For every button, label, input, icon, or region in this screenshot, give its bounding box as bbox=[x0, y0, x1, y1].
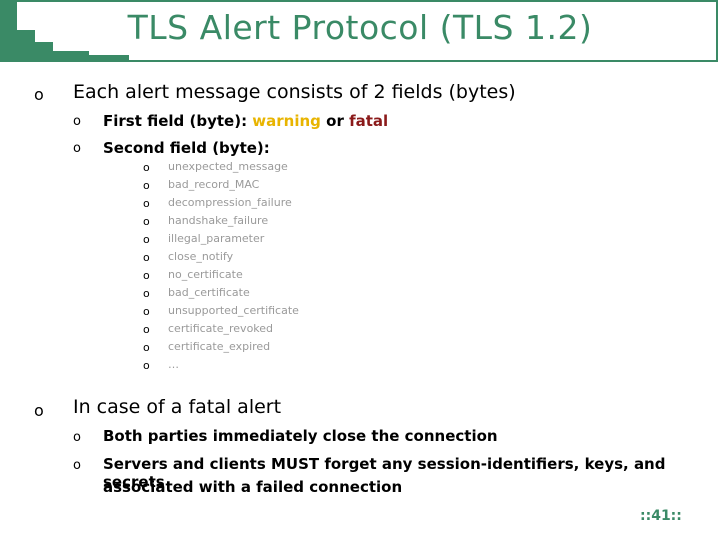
alert-code-item: certificate_expired bbox=[168, 340, 271, 353]
subpoint-text: Second field (byte): bbox=[103, 139, 270, 157]
alert-code-item: unexpected_message bbox=[168, 160, 288, 173]
point-text: In case of a fatal alert bbox=[73, 396, 282, 418]
alert-code-item: decompression_failure bbox=[168, 196, 292, 209]
alert-code-item: unsupported_certificate bbox=[168, 304, 299, 317]
alert-code-item: close_notify bbox=[168, 250, 234, 263]
bullet-icon: o bbox=[143, 287, 150, 300]
subpoint-text: First field (byte): warning or fatal bbox=[103, 112, 388, 130]
header-decoration bbox=[53, 51, 89, 62]
bullet-icon: o bbox=[143, 251, 150, 264]
slide-title: TLS Alert Protocol (TLS 1.2) bbox=[127, 8, 593, 47]
bullet-icon: o bbox=[143, 341, 150, 354]
point-text: Each alert message consists of 2 fields … bbox=[73, 81, 516, 103]
page-number: ::41:: bbox=[640, 508, 682, 524]
bullet-icon: o bbox=[34, 401, 44, 420]
bullet-icon: o bbox=[143, 269, 150, 282]
bullet-icon: o bbox=[34, 85, 44, 104]
subpoint-continuation: associated with a failed connection bbox=[103, 478, 403, 496]
bullet-icon: o bbox=[143, 161, 150, 174]
bullet-icon: o bbox=[143, 323, 150, 336]
bullet-icon: o bbox=[143, 215, 150, 228]
bullet-icon: o bbox=[143, 197, 150, 210]
title-header: TLS Alert Protocol (TLS 1.2) bbox=[0, 0, 720, 62]
bullet-icon: o bbox=[73, 141, 81, 156]
bullet-icon: o bbox=[143, 359, 150, 372]
alert-code-item: bad_certificate bbox=[168, 286, 250, 299]
subpoint-prefix: First field (byte): bbox=[103, 112, 253, 130]
subpoint-text: Both parties immediately close the conne… bbox=[103, 427, 498, 445]
alert-code-item: illegal_parameter bbox=[168, 232, 265, 245]
bullet-icon: o bbox=[143, 233, 150, 246]
bullet-icon: o bbox=[143, 305, 150, 318]
bullet-icon: o bbox=[143, 179, 150, 192]
alert-code-item: bad_record_MAC bbox=[168, 178, 260, 191]
alert-code-item: … bbox=[168, 358, 179, 371]
alert-code-item: certificate_revoked bbox=[168, 322, 274, 335]
bullet-icon: o bbox=[73, 114, 81, 129]
subpoint-mid: or bbox=[320, 112, 350, 130]
fatal-label: fatal bbox=[349, 112, 389, 130]
bullet-icon: o bbox=[73, 458, 81, 473]
alert-code-item: handshake_failure bbox=[168, 214, 269, 227]
alert-code-item: no_certificate bbox=[168, 268, 243, 281]
header-decoration bbox=[89, 55, 129, 62]
warning-label: warning bbox=[252, 112, 321, 130]
bullet-icon: o bbox=[73, 430, 81, 445]
